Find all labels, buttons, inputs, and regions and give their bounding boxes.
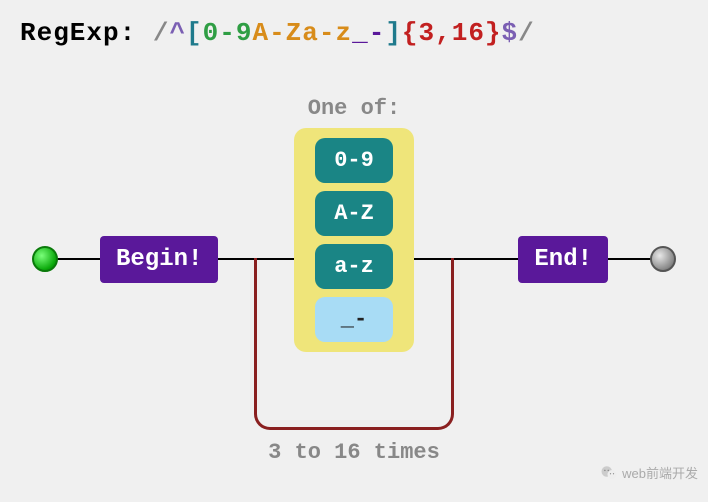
range-digits: 0-9 xyxy=(203,18,253,48)
watermark-text: web前端开发 xyxy=(622,463,698,482)
title-label: RegExp: xyxy=(20,18,136,48)
char-class-group: 0-9 A-Z a-z _- xyxy=(294,128,414,352)
range-lower: a-z xyxy=(302,18,352,48)
regex-literal: _- xyxy=(352,18,385,48)
bracket-close: ] xyxy=(385,18,402,48)
railroad-diagram: Begin! End! One of: 0-9 A-Z a-z _- 3 to … xyxy=(0,48,708,488)
range-box-lower: a-z xyxy=(315,244,393,289)
regex-code: /^[0-9A-Za-z_-]{3,16}$/ xyxy=(153,18,535,48)
regex-dollar: $ xyxy=(502,18,519,48)
start-node xyxy=(32,246,58,272)
regex-header: RegExp: /^[0-9A-Za-z_-]{3,16}$/ xyxy=(0,0,708,48)
bracket-open: [ xyxy=(186,18,203,48)
literal-box: _- xyxy=(315,297,393,342)
one-of-label: One of: xyxy=(0,96,708,121)
range-box-digits: 0-9 xyxy=(315,138,393,183)
loop-label: 3 to 16 times xyxy=(0,440,708,465)
begin-anchor: Begin! xyxy=(100,236,218,283)
end-anchor: End! xyxy=(518,236,608,283)
end-node xyxy=(650,246,676,272)
regex-quant: {3,16} xyxy=(402,18,502,48)
range-box-upper: A-Z xyxy=(315,191,393,236)
slash-open: / xyxy=(153,18,170,48)
watermark: web前端开发 xyxy=(600,463,698,482)
range-upper: A-Z xyxy=(252,18,302,48)
regex-caret: ^ xyxy=(169,18,186,48)
wechat-icon xyxy=(600,464,618,482)
slash-close: / xyxy=(518,18,535,48)
